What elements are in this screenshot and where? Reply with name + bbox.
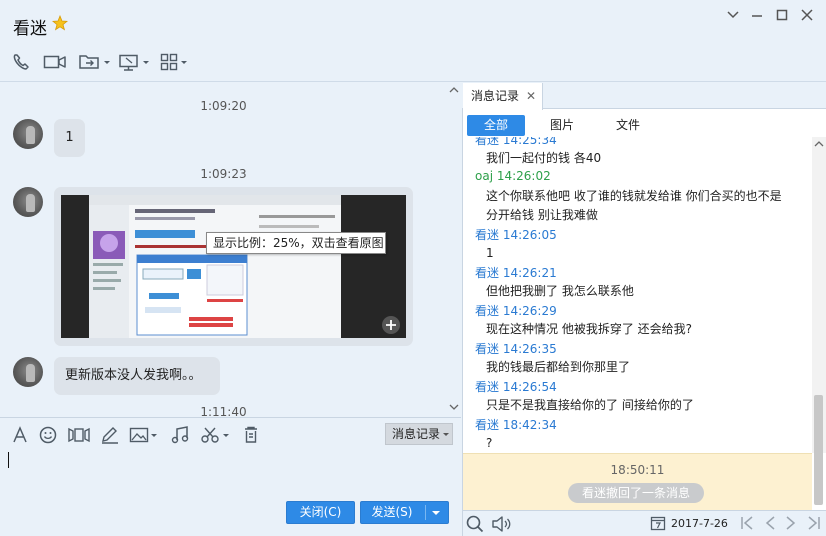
history-scrollbar-thumb[interactable] — [814, 395, 823, 505]
prev-page-icon[interactable] — [763, 514, 777, 532]
contact-name: 看迷 — [13, 19, 47, 39]
send-label: 发送(S) — [371, 505, 413, 519]
message-timestamp: 1:11:40 — [200, 405, 247, 416]
message-timestamp: 1:09:20 — [200, 99, 247, 113]
record-header: 看迷 14:26:05 — [475, 228, 557, 242]
record-header: 看迷 14:26:35 — [475, 342, 557, 356]
scissors-icon[interactable] — [200, 426, 232, 444]
record-message: 但他把我删了 我怎么联系他 — [486, 284, 634, 298]
close-button[interactable]: 关闭(C) — [286, 501, 355, 524]
message-history-label: 消息记录 — [392, 427, 441, 441]
minimize-icon[interactable] — [746, 6, 768, 24]
video-clip-icon[interactable] — [67, 426, 91, 444]
trash-icon[interactable] — [242, 426, 260, 444]
recall-notice: 看迷撤回了一条消息 — [568, 483, 704, 503]
video-icon[interactable] — [43, 52, 67, 72]
close-icon[interactable] — [796, 6, 818, 24]
speaker-icon[interactable] — [491, 515, 513, 533]
last-page-icon[interactable] — [806, 514, 822, 532]
record-header: 看迷 14:26:29 — [475, 304, 557, 318]
search-icon[interactable] — [466, 515, 484, 533]
record-header: oaj 14:26:02 — [475, 169, 551, 183]
image-icon[interactable] — [129, 426, 159, 444]
history-records[interactable]: 看迷 14:25:34 我们一起付的钱 各40 oaj 14:26:02 这个你联系他… — [463, 137, 811, 453]
record-header: 看迷 18:42:34 — [475, 418, 557, 432]
font-icon[interactable] — [11, 426, 29, 444]
record-header: 看迷 14:25:34 — [475, 137, 557, 147]
pencil-icon[interactable] — [100, 426, 120, 444]
record-message: 1 — [486, 246, 494, 260]
image-zoom-tooltip: 显示比例：25%，双击查看原图 — [206, 232, 386, 254]
record-message: 我的钱最后都给到你那里了 — [486, 360, 631, 374]
next-page-icon[interactable] — [784, 514, 798, 532]
filter-images[interactable]: 图片 — [533, 115, 591, 136]
apps-grid-icon[interactable] — [160, 52, 190, 72]
filter-files[interactable]: 文件 — [599, 115, 657, 136]
message-input[interactable] — [0, 447, 461, 497]
maximize-icon[interactable] — [771, 6, 793, 24]
avatar[interactable] — [13, 187, 43, 217]
message-bubble[interactable]: 更新版本没人发我啊。。 — [54, 357, 220, 395]
tab-label: 消息记录 — [471, 89, 520, 103]
send-options-icon[interactable] — [431, 510, 441, 516]
music-icon[interactable] — [170, 426, 190, 444]
message-timestamp: 1:09:23 — [200, 167, 247, 181]
filter-all[interactable]: 全部 — [467, 115, 525, 136]
record-message: ? — [486, 436, 493, 450]
record-header: 看迷 14:26:54 — [475, 380, 557, 394]
record-message: 分开给钱 别让我难做 — [486, 208, 598, 222]
chevron-down-icon[interactable] — [722, 6, 744, 24]
file-transfer-icon[interactable] — [78, 52, 112, 72]
history-date[interactable]: 2017-7-26 — [671, 517, 728, 530]
emoji-icon[interactable] — [39, 426, 59, 444]
screen-share-icon[interactable] — [118, 52, 152, 72]
avatar[interactable] — [13, 119, 43, 149]
phone-icon[interactable] — [11, 52, 33, 72]
calendar-icon[interactable] — [650, 515, 666, 531]
tab-message-history[interactable]: 消息记录 ✕ — [463, 83, 543, 110]
recall-timestamp: 18:50:11 — [610, 463, 665, 477]
record-message: 只是不是我直接给你的了 间接给你的了 — [486, 398, 694, 412]
caret-down-icon — [443, 433, 449, 436]
message-bubble[interactable]: 1 — [54, 119, 85, 157]
text-cursor — [8, 452, 9, 468]
record-message: 我们一起付的钱 各40 — [486, 151, 602, 165]
zoom-plus-icon[interactable] — [382, 316, 400, 334]
avatar[interactable] — [13, 357, 43, 387]
chat-scrollbar[interactable] — [447, 83, 461, 417]
image-thumbnail-content — [89, 195, 341, 338]
record-header: 看迷 14:26:21 — [475, 266, 557, 280]
close-tab-icon[interactable]: ✕ — [526, 83, 536, 109]
record-message: 这个你联系他吧 收了谁的钱就发给谁 你们合买的也不是 — [486, 189, 782, 203]
first-page-icon[interactable] — [739, 514, 755, 532]
send-divider — [425, 505, 426, 520]
send-button[interactable]: 发送(S) — [360, 501, 449, 524]
star-icon[interactable] — [52, 15, 68, 31]
message-history-button[interactable]: 消息记录 — [385, 423, 453, 445]
record-message: 现在这种情况 他被我拆穿了 还会给我? — [486, 322, 692, 336]
